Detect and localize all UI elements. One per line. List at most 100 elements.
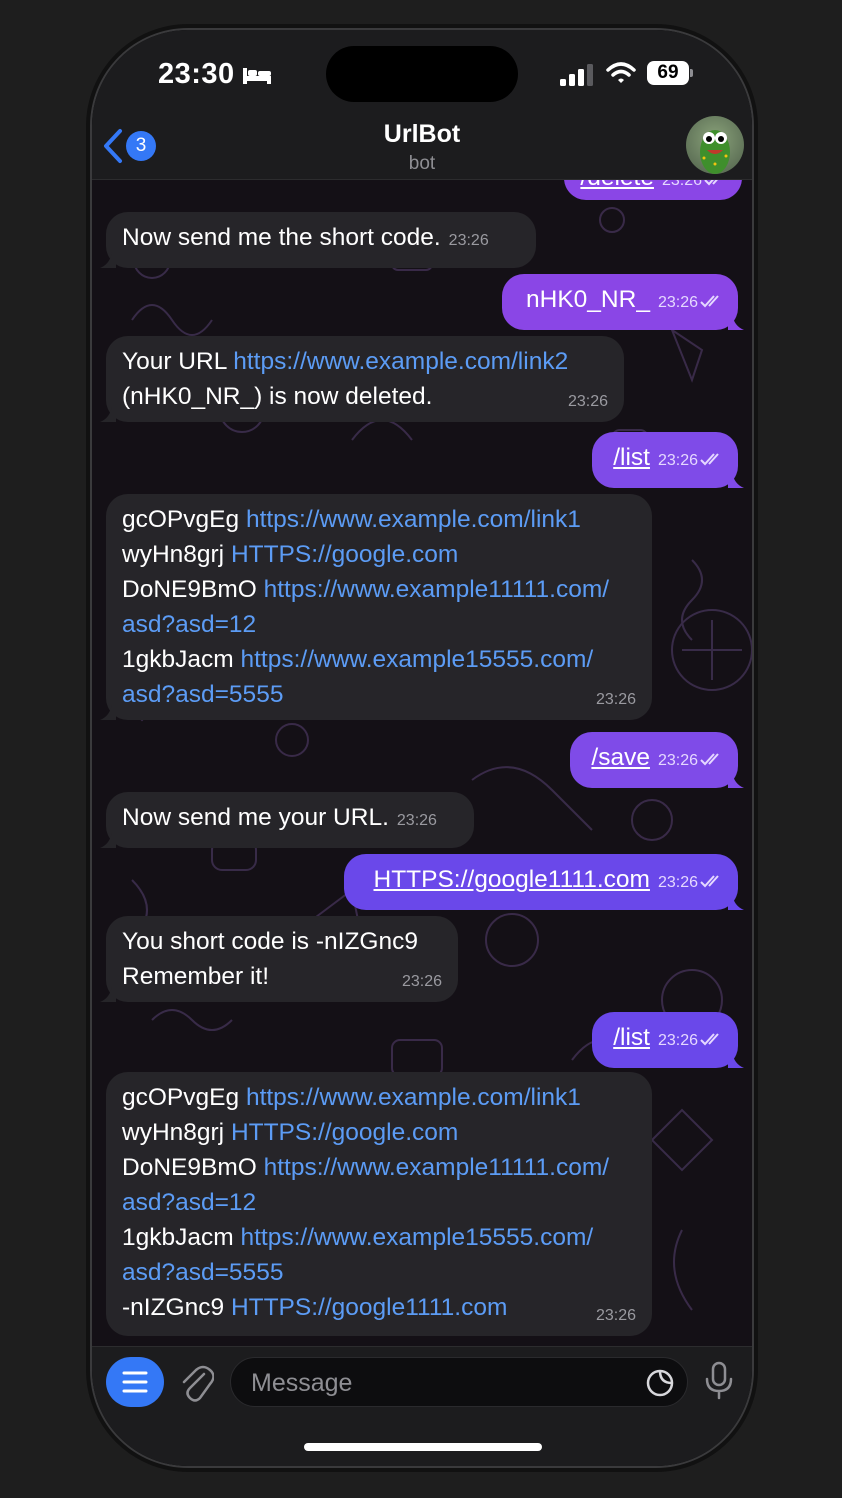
- message-input-bar: Message: [92, 1346, 752, 1466]
- list-item: wyHn8grj HTTPS://google.com: [122, 537, 636, 572]
- bubble-tail: [100, 832, 116, 848]
- read-ticks-icon: [700, 753, 719, 766]
- url-link-continued[interactable]: asd?asd=5555: [122, 677, 636, 712]
- url-link[interactable]: HTTPS://google.com: [231, 1119, 458, 1146]
- short-code: DoNE9BmO: [122, 576, 257, 603]
- message-incoming: Now send me your URL. 23:26: [100, 792, 474, 848]
- bubble-tail: [728, 1052, 744, 1068]
- url-link[interactable]: https://www.example11111.com/: [264, 1154, 609, 1181]
- list-item: 1gkbJacm https://www.example15555.com/: [122, 1220, 636, 1255]
- url-link[interactable]: HTTPS://google1111.com: [231, 1294, 507, 1321]
- message-outgoing: /delete 23:26: [564, 180, 742, 200]
- message-incoming: Now send me the short code. 23:26: [100, 212, 536, 268]
- message-outgoing: nHK0_NR_ 23:26: [502, 274, 744, 330]
- read-ticks-icon: [700, 295, 719, 308]
- battery-level: 69: [647, 61, 689, 85]
- phone-frame: /delete 23:26 Now send me the short code.…: [92, 30, 752, 1466]
- message-incoming: gcOPvgEg https://www.example.com/link1 w…: [106, 1072, 652, 1336]
- message-incoming: gcOPvgEg https://www.example.com/link1 w…: [100, 494, 652, 720]
- short-code: 1gkbJacm: [122, 1224, 234, 1251]
- sticker-icon[interactable]: [645, 1368, 675, 1398]
- bubble-tail: [100, 252, 116, 268]
- bubble-tail: [100, 704, 116, 720]
- url-link[interactable]: https://www.example.com/link2: [233, 348, 568, 375]
- short-code: -nIZGnc9: [122, 1294, 225, 1321]
- short-code: wyHn8grj: [122, 541, 225, 568]
- chat-subtitle: bot: [408, 153, 436, 174]
- message-time: 23:26: [657, 1032, 698, 1049]
- status-time: 23:30: [158, 58, 235, 90]
- url-link[interactable]: HTTPS://google1111.com: [374, 866, 650, 893]
- avatar[interactable]: [686, 116, 744, 174]
- list-item: DoNE9BmO https://www.example11111.com/: [122, 1150, 636, 1185]
- list-item: -nIZGnc9 HTTPS://google1111.com: [122, 1290, 636, 1325]
- bubble-tail: [100, 986, 116, 1002]
- url-link[interactable]: HTTPS://google.com: [231, 541, 458, 568]
- message-text: nHK0_NR_: [526, 286, 650, 313]
- menu-icon: [122, 1371, 148, 1393]
- message-time: 23:26: [657, 752, 698, 769]
- read-ticks-icon: [700, 453, 719, 466]
- message-outgoing: HTTPS://google1111.com 23:26: [344, 854, 744, 910]
- message-input[interactable]: Message: [230, 1357, 688, 1407]
- message-outgoing: /save 23:26: [570, 732, 744, 788]
- message-time: 23:26: [595, 1307, 636, 1324]
- url-link[interactable]: https://www.example11111.com/: [264, 576, 609, 603]
- url-link-continued[interactable]: asd?asd=12: [122, 607, 636, 642]
- message-time: 23:26: [661, 180, 702, 189]
- short-code: wyHn8grj: [122, 1119, 225, 1146]
- chat-title-block[interactable]: UrlBot bot: [92, 120, 752, 175]
- command-link[interactable]: /list: [613, 1024, 650, 1051]
- command-link[interactable]: /delete: [580, 180, 654, 191]
- bubble-tail: [728, 472, 744, 488]
- command-link[interactable]: /save: [591, 744, 650, 771]
- read-ticks-icon: [700, 1033, 719, 1046]
- list-item: DoNE9BmO https://www.example11111.com/: [122, 572, 636, 607]
- read-ticks-icon: [700, 875, 719, 888]
- list-item: gcOPvgEg https://www.example.com/link1: [122, 1080, 636, 1115]
- url-link-continued[interactable]: asd?asd=12: [122, 1185, 636, 1220]
- message-text: Now send me your URL.: [122, 804, 389, 831]
- bubble-tail: [728, 772, 744, 788]
- list-item: 1gkbJacm https://www.example15555.com/: [122, 642, 636, 677]
- attach-icon[interactable]: [180, 1364, 214, 1402]
- chat-title: UrlBot: [383, 120, 461, 148]
- list-item: wyHn8grj HTTPS://google.com: [122, 1115, 636, 1150]
- mic-icon[interactable]: [704, 1361, 734, 1401]
- message-time: 23:26: [448, 232, 489, 249]
- list-item: gcOPvgEg https://www.example.com/link1: [122, 502, 636, 537]
- url-link[interactable]: https://www.example.com/link1: [246, 506, 581, 533]
- short-code: DoNE9BmO: [122, 1154, 257, 1181]
- message-incoming: Your URL https://www.example.com/link2 (…: [100, 336, 624, 422]
- url-link[interactable]: https://www.example15555.com/: [240, 646, 593, 673]
- bed-icon: [243, 68, 271, 84]
- message-placeholder: Message: [251, 1369, 353, 1397]
- message-incoming: You short code is -nIZGnc9 Remember it! …: [100, 916, 458, 1002]
- bubble-tail: [728, 314, 744, 330]
- dynamic-island: [326, 46, 518, 102]
- wifi-icon: [606, 62, 636, 83]
- command-link[interactable]: /list: [613, 444, 650, 471]
- url-link[interactable]: https://www.example15555.com/: [240, 1224, 593, 1251]
- message-time: 23:26: [657, 294, 698, 311]
- url-link[interactable]: https://www.example.com/link1: [246, 1084, 581, 1111]
- message-time: 23:26: [657, 874, 698, 891]
- message-text: Now send me the short code.: [122, 224, 441, 251]
- bubble-tail: [728, 894, 744, 910]
- short-code: 1gkbJacm: [122, 646, 234, 673]
- bot-menu-button[interactable]: [106, 1357, 164, 1407]
- message-outgoing: /list 23:26: [592, 432, 744, 488]
- signal-icon: [560, 64, 593, 86]
- message-text: Remember it!: [122, 963, 270, 990]
- message-time: 23:26: [396, 812, 437, 829]
- message-time: 23:26: [567, 393, 608, 410]
- url-link-continued[interactable]: asd?asd=5555: [122, 1255, 636, 1290]
- message-outgoing: /list 23:26: [592, 1012, 744, 1068]
- short-code: gcOPvgEg: [122, 506, 240, 533]
- chat-header: 23:30 69 3 UrlBot bot: [92, 30, 752, 180]
- short-code: gcOPvgEg: [122, 1084, 240, 1111]
- message-text: You short code is -nIZGnc9: [122, 928, 418, 955]
- battery-icon: 69: [647, 61, 693, 85]
- message-time: 23:26: [595, 691, 636, 708]
- cactus-avatar-icon: [700, 130, 730, 174]
